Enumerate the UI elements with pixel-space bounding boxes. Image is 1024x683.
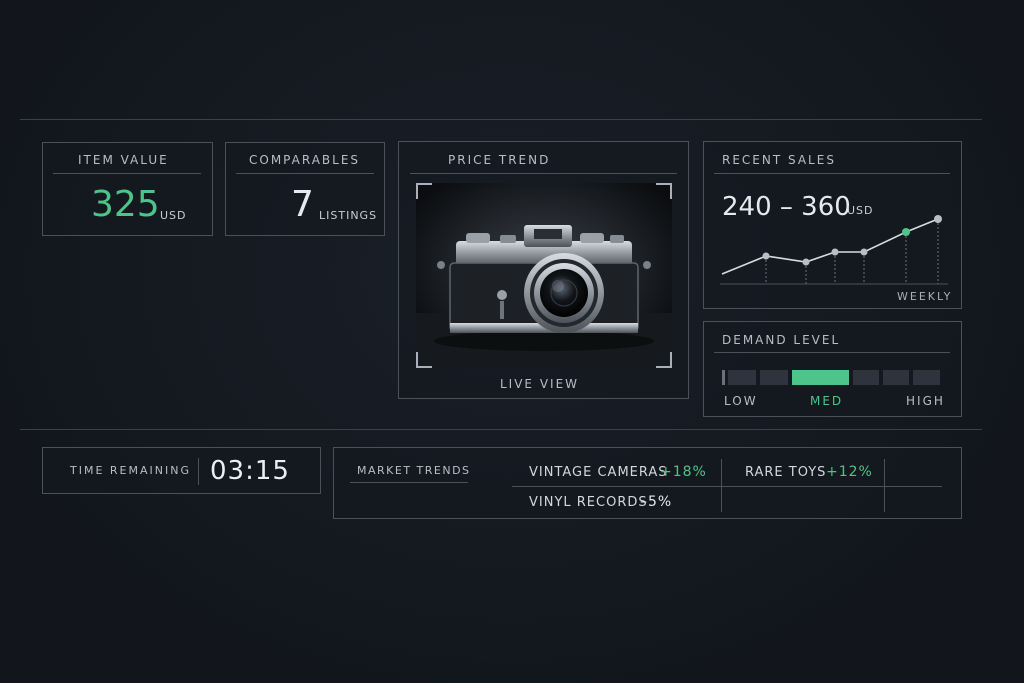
demand-segment	[883, 370, 909, 385]
middle-divider	[20, 429, 982, 430]
market-trends-label-underline	[350, 482, 468, 483]
demand-high-label: HIGH	[906, 394, 945, 408]
market-trends-column-divider	[884, 459, 885, 512]
recent-sales-separator	[714, 173, 950, 174]
item-value-amount: 325	[91, 184, 160, 225]
live-view-caption: LIVE VIEW	[500, 377, 580, 391]
live-view-image	[416, 183, 672, 368]
demand-segment-active	[792, 370, 849, 385]
trend-rare-toys-name: RARE TOYS	[745, 465, 827, 480]
demand-segment	[760, 370, 788, 385]
demand-meter-start	[722, 370, 725, 385]
comparables-separator	[236, 173, 374, 174]
market-trends-row-divider	[512, 486, 942, 487]
recent-sales-label: RECENT SALES	[722, 153, 836, 167]
viewfinder-corner-tl	[416, 183, 432, 199]
demand-segment	[913, 370, 940, 385]
demand-segment	[728, 370, 756, 385]
trend-vinyl-records-name: VINYL RECORDS	[529, 495, 648, 510]
top-divider	[20, 119, 982, 120]
item-value-separator	[53, 173, 201, 174]
sparkline-point	[762, 252, 770, 260]
comparables-count: 7	[291, 184, 314, 225]
demand-level-label: DEMAND LEVEL	[722, 333, 841, 347]
item-value-unit: USD	[160, 209, 187, 222]
market-trends-label: MARKET TRENDS	[357, 464, 471, 477]
sparkline-point	[802, 258, 810, 266]
viewfinder-corner-tr	[656, 183, 672, 199]
trend-vintage-cameras-name: VINTAGE CAMERAS	[529, 465, 668, 480]
price-trend-label: PRICE TREND	[448, 153, 551, 167]
sparkline-point	[831, 248, 839, 256]
comparables-label: COMPARABLES	[249, 153, 361, 167]
price-trend-separator	[410, 173, 677, 174]
demand-med-label: MED	[810, 394, 844, 408]
market-trends-column-divider	[721, 459, 722, 512]
comparables-unit: LISTINGS	[319, 209, 378, 222]
demand-low-label: LOW	[724, 394, 758, 408]
dashboard: ITEM VALUE 325 USD COMPARABLES 7 LISTING…	[0, 0, 1024, 683]
sparkline-point-highlight	[902, 228, 910, 236]
time-remaining-separator	[198, 458, 199, 485]
recent-sales-period: WEEKLY	[897, 290, 953, 303]
camera-icon	[416, 183, 672, 368]
demand-level-separator	[714, 352, 950, 353]
countdown-timer: 03:15	[210, 456, 290, 486]
time-remaining-label: TIME REMAINING	[70, 464, 191, 477]
trend-rare-toys-change: +12%	[826, 464, 873, 480]
trend-vintage-cameras-change: +18%	[660, 464, 707, 480]
viewfinder-corner-bl	[416, 352, 432, 368]
item-value-label: ITEM VALUE	[78, 153, 169, 167]
recent-sales-sparkline	[720, 215, 948, 285]
viewfinder-corner-br	[656, 352, 672, 368]
demand-segment	[853, 370, 879, 385]
trend-vinyl-records-change: –5%	[640, 494, 673, 510]
sparkline-point	[860, 248, 868, 256]
sparkline-point	[934, 215, 942, 223]
